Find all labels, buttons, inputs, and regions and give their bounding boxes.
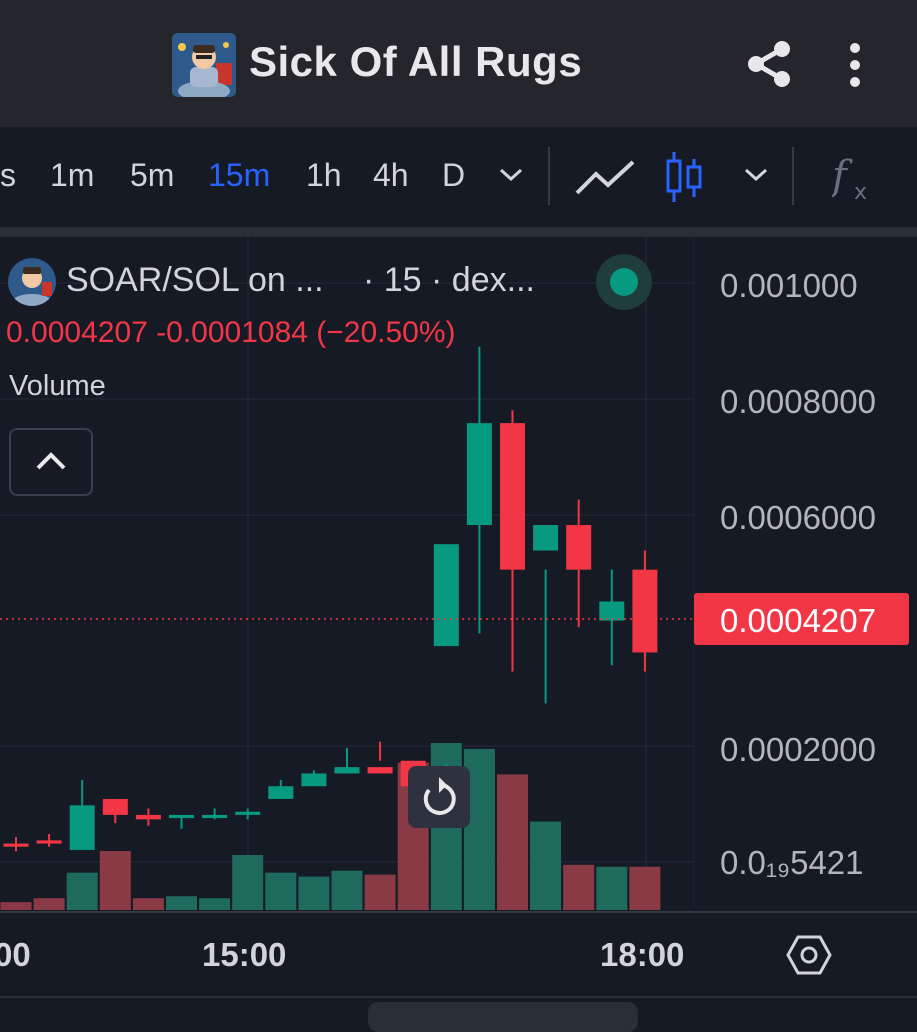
candle-body: [3, 843, 29, 847]
candle-body: [36, 840, 62, 844]
indicators-fx-icon[interactable]: f x: [829, 149, 876, 208]
timeframe-5m[interactable]: 5m: [130, 157, 174, 194]
more-vertical-icon[interactable]: [838, 40, 872, 90]
volume-bar: [298, 876, 330, 910]
candle-body: [102, 798, 128, 815]
volume-bar: [33, 898, 65, 910]
toolbar-separator: [0, 227, 917, 237]
pair-avatar: [8, 258, 56, 306]
candle-body: [466, 423, 492, 526]
volume-bar: [629, 866, 661, 910]
volume-bar: [563, 864, 595, 910]
volume-bar: [331, 870, 363, 910]
svg-text:f: f: [832, 153, 853, 199]
candle-body: [599, 601, 625, 621]
volume-bar: [0, 902, 32, 910]
svg-text:x: x: [854, 180, 867, 203]
chevron-down-icon[interactable]: [743, 165, 769, 190]
x-tick-label: 18:00: [600, 936, 684, 973]
volume-bar: [166, 896, 197, 910]
volume-bar: [99, 851, 131, 910]
toolbar-divider: [792, 147, 794, 205]
volume-bar: [132, 898, 164, 910]
current-price-label: 0.0004207: [720, 602, 876, 639]
page-title: Sick Of All Rugs: [249, 38, 583, 85]
ohlc-change: 0.0004207 -0.0001084 (−20.50%): [6, 316, 456, 349]
volume-bar: [265, 872, 297, 910]
candle-body: [433, 544, 459, 647]
volume-bar: [364, 874, 396, 910]
candlestick-icon[interactable]: [664, 149, 706, 210]
timeframe-15m[interactable]: 15m: [208, 157, 270, 194]
candle-body: [367, 767, 393, 774]
toolbar-divider: [548, 147, 550, 205]
candle-body: [268, 786, 294, 799]
reset-chart-button[interactable]: [408, 766, 470, 828]
collapse-legend-button[interactable]: [9, 428, 93, 496]
candle-body: [69, 805, 95, 850]
timeframe-day[interactable]: D: [442, 157, 465, 194]
timeframe-4h[interactable]: 4h: [373, 157, 409, 194]
y-tick-label: 0.0008000: [720, 383, 876, 420]
candle-body: [301, 773, 327, 787]
footer-divider: [0, 996, 917, 998]
candle-body: [533, 525, 559, 551]
candle-body: [169, 814, 194, 819]
chart-toolbar: s 1m 5m 15m 1h 4h D f x: [0, 127, 917, 227]
chevron-up-icon: [36, 452, 66, 470]
reset-icon: [423, 777, 456, 815]
share-icon[interactable]: [742, 36, 798, 92]
settings-icon[interactable]: [786, 932, 832, 978]
volume-bar: [232, 854, 264, 910]
candle-body: [202, 814, 228, 819]
timeframe-1m[interactable]: 1m: [50, 157, 94, 194]
candle-body: [334, 767, 360, 774]
pair-name[interactable]: SOAR/SOL on ...: [66, 261, 324, 300]
x-tick-label: 00: [0, 936, 31, 973]
scroll-handle[interactable]: [368, 1002, 638, 1032]
y-tick-label: 0.001000: [720, 267, 858, 304]
interval-source: · 15 · dex...: [363, 261, 535, 299]
y-tick-label: 0.0006000: [720, 499, 876, 536]
volume-bar: [596, 866, 628, 910]
chevron-down-icon[interactable]: [498, 165, 524, 190]
app-header: Sick Of All Rugs: [0, 0, 917, 127]
x-tick-label: 15:00: [202, 936, 286, 973]
timeframe-seconds[interactable]: s: [0, 157, 16, 194]
y-tick-label: 0.0₁₉5421: [720, 844, 864, 881]
volume-bar: [530, 821, 562, 910]
candle-body: [632, 569, 658, 653]
line-chart-icon[interactable]: [574, 157, 636, 204]
volume-bar: [199, 898, 231, 910]
candle-body: [500, 423, 525, 570]
candle-body: [135, 814, 161, 820]
timeframe-1h[interactable]: 1h: [306, 157, 342, 194]
volume-label[interactable]: Volume: [9, 370, 106, 403]
candle-body: [566, 525, 592, 570]
volume-bar: [497, 774, 528, 910]
candle-body: [235, 811, 261, 815]
connection-status-icon: [596, 254, 652, 310]
token-avatar: [172, 33, 236, 97]
price-chart[interactable]: 0.001000 0.0008000 0.0006000 0.0002000 0.0₁₉…: [0, 237, 917, 997]
y-tick-label: 0.0002000: [720, 731, 876, 768]
volume-bar: [66, 872, 98, 910]
